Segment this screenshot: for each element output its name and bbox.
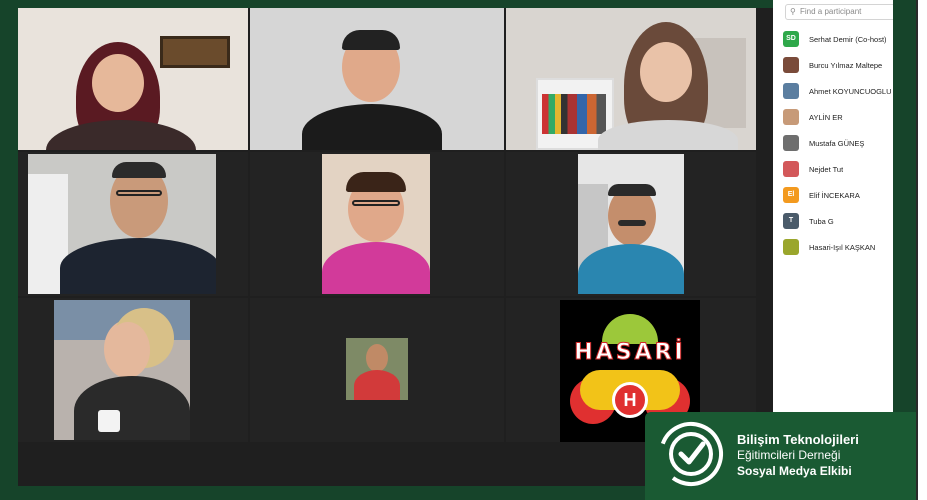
participant-item[interactable]: Mustafa GÜNEŞ <box>783 130 893 156</box>
hasari-logo-letter: H <box>612 382 648 418</box>
participant-item[interactable]: El Elif İNCEKARA <box>783 182 893 208</box>
brand-line-2: Eğitimcileri Derneği <box>737 448 841 462</box>
participant-avatar <box>783 161 799 177</box>
participant-item[interactable]: Hasari-Işıl KAŞKAN <box>783 234 893 260</box>
video-tile-2-active-speaker[interactable] <box>250 8 504 150</box>
participant-search-input[interactable]: ⚲ Find a participant <box>785 4 893 20</box>
participant-name: Serhat Demir (Co-host) <box>809 34 887 44</box>
window-edge <box>916 0 927 500</box>
profile-picture <box>346 338 408 400</box>
participant-item[interactable]: AYLİN ER <box>783 104 893 130</box>
participant-avatar: SD <box>783 31 799 47</box>
participant-item[interactable]: T Tuba G <box>783 208 893 234</box>
brand-line-3: Sosyal Medya Elkibi <box>737 464 852 478</box>
participant-avatar <box>783 239 799 255</box>
participant-name: Tuba G <box>809 216 834 226</box>
participant-avatar <box>783 83 799 99</box>
video-tile-8[interactable] <box>250 298 504 442</box>
participant-avatar: El <box>783 187 799 203</box>
video-tile-5[interactable] <box>250 152 504 296</box>
participant-name: Burcu Yılmaz Maltepe <box>809 60 883 70</box>
video-tile-6[interactable] <box>506 152 756 296</box>
hasari-logo-text: HASARİ <box>574 340 686 366</box>
participant-avatar <box>783 109 799 125</box>
participant-name: AYLİN ER <box>809 112 843 122</box>
brand-watermark: Bilişim Teknolojileri Eğitimcileri Derne… <box>645 412 916 500</box>
participant-avatar: T <box>783 213 799 229</box>
brand-line-1: Bilişim Teknolojileri <box>737 432 859 447</box>
participant-name: Ahmet KOYUNCUOGLU <box>809 86 892 96</box>
search-icon: ⚲ <box>790 7 796 16</box>
search-placeholder: Find a participant <box>800 7 862 16</box>
video-tile-7[interactable] <box>18 298 248 442</box>
participant-avatar <box>783 57 799 73</box>
participant-name: Nejdet Tut <box>809 164 844 174</box>
participant-name: Mustafa GÜNEŞ <box>809 138 865 148</box>
brand-logo-icon <box>659 422 723 486</box>
participant-list: SD Serhat Demir (Co-host) Burcu Yılmaz Mal… <box>783 26 893 260</box>
participant-item[interactable]: Burcu Yılmaz Maltepe <box>783 52 893 78</box>
video-tile-4[interactable] <box>18 152 248 296</box>
participants-panel: ⚲ Find a participant SD Serhat Demir (Co-h… <box>773 0 893 412</box>
participant-name: Elif İNCEKARA <box>809 190 860 200</box>
video-tile-3[interactable] <box>506 8 756 150</box>
participant-item[interactable]: Ahmet KOYUNCUOGLU <box>783 78 893 104</box>
participant-item[interactable]: SD Serhat Demir (Co-host) <box>783 26 893 52</box>
participant-item[interactable]: Nejdet Tut <box>783 156 893 182</box>
participant-name: Hasari-Işıl KAŞKAN <box>809 242 876 252</box>
participant-avatar <box>783 135 799 151</box>
video-tile-1[interactable] <box>18 8 248 150</box>
wall-painting <box>160 36 230 68</box>
